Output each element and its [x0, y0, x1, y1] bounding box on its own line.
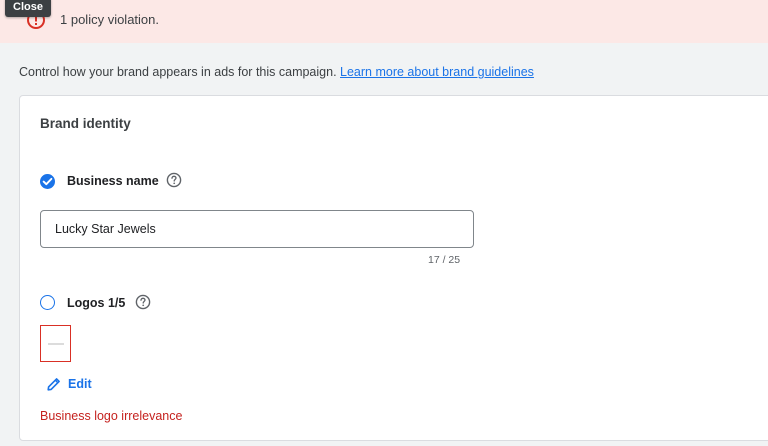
close-tooltip: Close — [5, 0, 51, 17]
logo-thumbnail[interactable] — [40, 325, 71, 362]
character-counter: 17 / 25 — [428, 254, 461, 266]
policy-violation-message: 1 policy violation. — [60, 12, 159, 27]
business-name-input[interactable]: Lucky Star Jewels — [40, 210, 474, 248]
logo-error-message: Business logo irrelevance — [40, 409, 183, 423]
business-name-label: Business name — [67, 174, 159, 188]
policy-violation-banner: 1 policy violation. — [0, 0, 768, 43]
card-title: Brand identity — [40, 116, 131, 131]
brand-guidelines-link[interactable]: Learn more about brand guidelines — [340, 65, 534, 79]
checkmark-icon — [42, 177, 53, 186]
business-name-checkbox[interactable] — [40, 174, 55, 189]
pencil-icon — [47, 378, 60, 391]
edit-label: Edit — [68, 377, 92, 391]
logos-label: Logos 1/5 — [67, 296, 126, 310]
brand-description: Control how your brand appears in ads fo… — [19, 65, 534, 79]
help-circle-icon[interactable] — [166, 172, 182, 188]
description-text: Control how your brand appears in ads fo… — [19, 65, 337, 79]
logo-image — [48, 343, 64, 345]
brand-identity-card: Brand identity Business name Lucky Star … — [19, 95, 768, 441]
help-circle-icon[interactable] — [135, 294, 151, 310]
logos-radio[interactable] — [40, 295, 55, 310]
